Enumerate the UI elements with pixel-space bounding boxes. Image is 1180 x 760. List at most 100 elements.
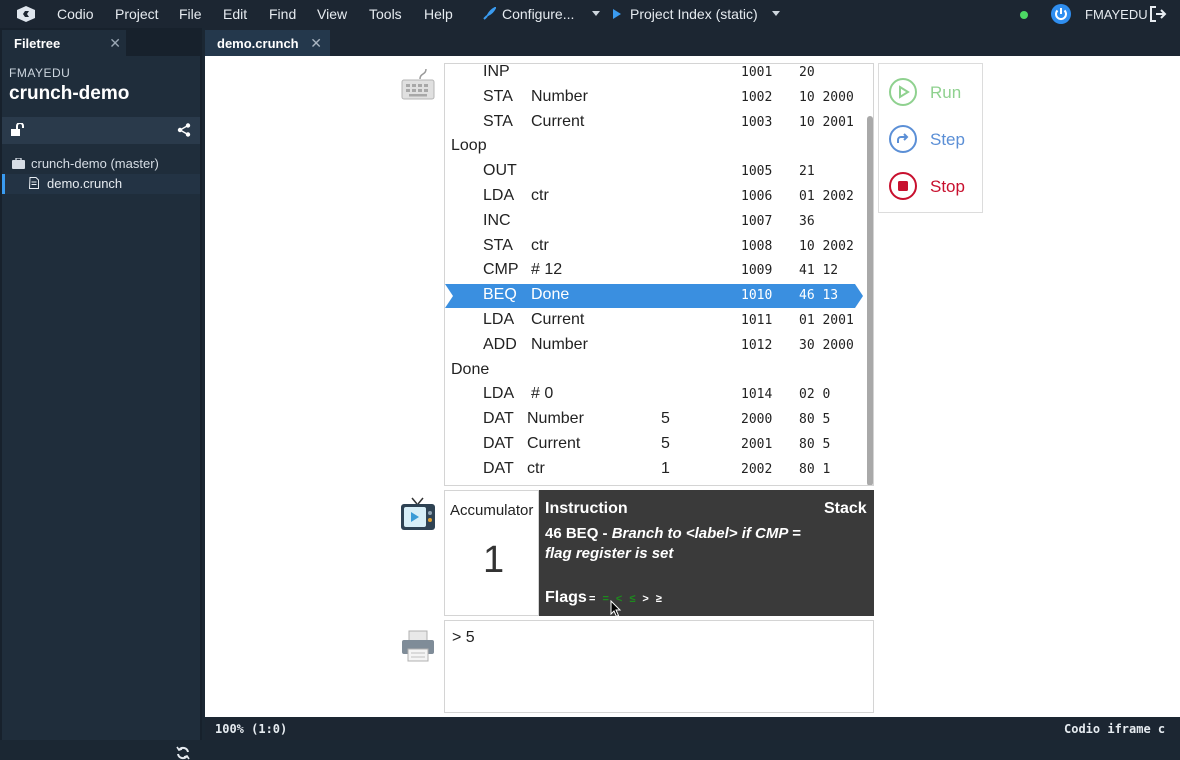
menu-project[interactable]: Project <box>115 6 159 22</box>
machine-code: 02 0 <box>799 387 831 403</box>
opcode: INC <box>483 211 511 229</box>
address: 1001 <box>741 65 773 80</box>
opcode: STA <box>483 87 513 105</box>
opcode: LDA <box>483 311 515 328</box>
file-icon <box>29 177 39 189</box>
current-line-marker-left <box>445 284 453 309</box>
address: 1007 <box>741 213 773 229</box>
accumulator-panel: Accumulator 1 <box>444 490 539 616</box>
project-index-menu[interactable]: Project Index (static) <box>613 6 780 22</box>
program-row: ADD Number 1012 30 2000 <box>445 334 865 358</box>
chevron-down-icon <box>592 11 601 16</box>
instruction-description: 46 BEQ - Branch to <label> if CMP = flag… <box>545 524 825 564</box>
program-row: STA ctr 1008 10 2002 <box>445 235 865 259</box>
share-icon[interactable] <box>177 123 191 137</box>
menu-help[interactable]: Help <box>424 6 453 22</box>
connection-status-icon <box>1020 11 1028 19</box>
program-scrollbar[interactable] <box>867 116 873 485</box>
address: 1010 <box>741 288 773 304</box>
close-icon[interactable]: ✕ <box>310 35 322 52</box>
address: 1002 <box>741 89 773 105</box>
operand: ctr <box>527 459 545 477</box>
tab-filetree-label: Filetree <box>14 36 61 51</box>
address: 1009 <box>741 263 773 279</box>
tree-root-folder[interactable]: crunch-demo (master) <box>12 156 159 171</box>
operand: Current <box>531 311 585 328</box>
close-icon[interactable]: ✕ <box>109 35 121 52</box>
program-row: STA Current 1003 10 2001 <box>445 111 865 135</box>
unlock-icon[interactable] <box>10 123 24 137</box>
program-row: CMP # 12 1009 41 12 <box>445 259 865 283</box>
project-index-label: Project Index (static) <box>630 6 758 22</box>
program-row: BEQ Done 1010 46 13 <box>453 284 855 309</box>
program-label-row: Loop <box>445 135 865 159</box>
menu-tools[interactable]: Tools <box>369 6 402 22</box>
machine-code: 20 <box>799 65 815 80</box>
refresh-icon[interactable] <box>176 746 190 760</box>
opcode: STA <box>483 112 513 130</box>
step-button[interactable]: Step <box>889 125 981 159</box>
machine-code: 21 <box>799 164 815 180</box>
address: 1008 <box>741 238 773 254</box>
run-button[interactable]: Run <box>889 78 981 112</box>
program-row: DAT Number 5 2000 80 5 <box>445 408 865 432</box>
address: 1006 <box>741 189 773 204</box>
zoom-status: 100% (1:0) <box>215 722 288 736</box>
current-line-marker-right <box>855 284 863 309</box>
mouse-cursor-icon <box>610 600 622 618</box>
menu-edit[interactable]: Edit <box>223 6 247 22</box>
play-icon <box>889 78 917 106</box>
address: 1012 <box>741 337 773 353</box>
power-icon[interactable] <box>1051 4 1071 24</box>
machine-code: 80 1 <box>799 461 831 477</box>
tab-filetree[interactable]: Filetree ✕ <box>2 30 126 56</box>
configure-menu[interactable]: Configure... <box>482 5 601 22</box>
briefcase-icon <box>12 157 25 169</box>
operand: Done <box>531 286 570 304</box>
opcode: DAT <box>483 435 514 452</box>
stop-label: Stop <box>930 177 965 196</box>
flag-indicator: > <box>642 593 649 605</box>
output-panel: > 5 <box>444 620 874 713</box>
opcode: INP <box>483 63 510 80</box>
tree-file-demo-crunch[interactable]: demo.crunch <box>2 174 200 194</box>
logout-icon[interactable] <box>1149 5 1167 23</box>
operand: Number <box>531 87 588 105</box>
program-row: OUT 1005 21 <box>445 160 865 184</box>
flag-indicators: = = < ≤ > ≥ <box>589 593 669 605</box>
tab-demo-crunch[interactable]: demo.crunch ✕ <box>205 30 330 56</box>
menubar: Codio Project File Edit Find View Tools … <box>0 0 1180 28</box>
monitor-icon <box>401 497 435 530</box>
stack-label: Stack <box>824 500 867 517</box>
opcode: BEQ <box>483 286 517 304</box>
opcode: DAT <box>483 410 514 428</box>
username[interactable]: FMAYEDU <box>1085 7 1148 22</box>
filetree-toolbar <box>2 117 200 144</box>
instruction-panel: Instruction Stack 46 BEQ - Branch to <la… <box>539 490 874 618</box>
machine-code: 36 <box>799 213 815 229</box>
printer-icon <box>402 630 434 662</box>
flag-indicator: ≤ <box>629 593 636 605</box>
accumulator-value: 1 <box>483 539 505 581</box>
menu-codio[interactable]: Codio <box>57 6 94 22</box>
machine-code: 46 13 <box>799 288 839 304</box>
step-label: Step <box>930 130 965 149</box>
operand: Number <box>531 335 588 353</box>
program-label: Loop <box>451 137 487 155</box>
tree-root-label: crunch-demo (master) <box>31 156 159 171</box>
program-label: Done <box>451 360 490 378</box>
accumulator-label: Accumulator <box>450 502 534 519</box>
address: 2000 <box>741 412 773 428</box>
keyboard-icon <box>401 68 435 100</box>
program-row: LDA # 0 1014 02 0 <box>445 383 865 407</box>
menu-view[interactable]: View <box>317 6 347 22</box>
play-icon <box>613 9 621 19</box>
data-value: 1 <box>661 459 670 477</box>
menu-find[interactable]: Find <box>269 6 296 22</box>
stop-button[interactable]: Stop <box>889 172 981 206</box>
status-bar: 100% (1:0) Codio iframe c <box>205 718 1180 740</box>
menu-file[interactable]: File <box>179 6 202 22</box>
sidebar: Filetree ✕ FMAYEDU crunch-demo crunch-de… <box>0 28 202 760</box>
machine-code: 10 2001 <box>799 114 854 130</box>
codio-logo-icon[interactable] <box>17 6 35 22</box>
